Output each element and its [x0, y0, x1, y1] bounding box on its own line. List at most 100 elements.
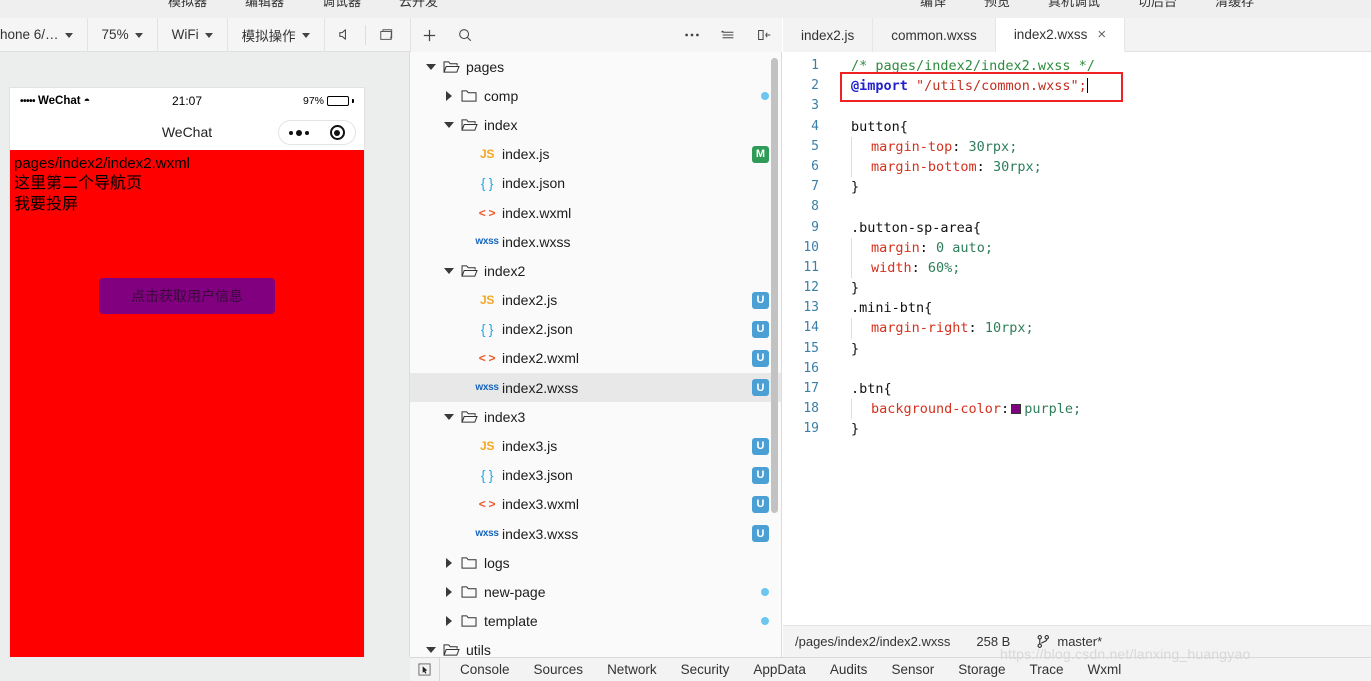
menu-item-2[interactable]: 调试器	[322, 0, 361, 10]
menu-item-0[interactable]: 编译	[920, 0, 946, 10]
tree-item-index2[interactable]: index2	[410, 256, 781, 285]
chevron-right-icon[interactable]	[442, 616, 456, 627]
devtools-tab-audits[interactable]: Audits	[818, 662, 880, 677]
tree-item-index3[interactable]: index3	[410, 402, 781, 431]
menu-item-3[interactable]: 云开发	[399, 0, 438, 10]
tree-item-index3-wxml[interactable]: < > index3.wxml U	[410, 490, 781, 519]
line-number: 14	[803, 320, 819, 336]
simulator-toolbar: hone 6/… 75% WiFi 模拟操作	[0, 17, 406, 52]
code-line: 6 margin-bottom: 30rpx;	[783, 156, 1371, 178]
device-selector[interactable]: hone 6/…	[0, 17, 88, 52]
network-selector[interactable]: WiFi	[158, 17, 228, 52]
line-number: 5	[811, 138, 819, 154]
simulate-action-selector[interactable]: 模拟操作	[228, 17, 325, 52]
tree-item-index-js[interactable]: JS index.js M	[410, 140, 781, 169]
chevron-down-icon[interactable]	[424, 647, 438, 654]
editor-tab-index2-wxss[interactable]: index2.wxss ×	[995, 18, 1126, 52]
menu-item-1[interactable]: 预览	[984, 0, 1010, 10]
devtools-tab-sensor[interactable]: Sensor	[879, 662, 946, 677]
chevron-down-icon[interactable]	[442, 267, 456, 274]
devtools-tab-trace[interactable]: Trace	[1018, 662, 1076, 677]
devtools-tab-network[interactable]: Network	[595, 662, 669, 677]
status-branch[interactable]: master*	[1036, 634, 1102, 649]
tree-item-index3-json[interactable]: { } index3.json U	[410, 461, 781, 490]
top-menu-strip: 模拟器 编辑器 调试器 云开发 编译 预览 真机调试 切后台 清缓存	[0, 0, 1371, 18]
editor-tab-common-wxss[interactable]: common.wxss	[873, 18, 996, 52]
code-line: 2 @import "/utils/common.wxss";	[783, 76, 1371, 96]
git-status-badge: U	[752, 466, 769, 484]
tree-item-new-page[interactable]: new-page	[410, 577, 781, 606]
status-file-path[interactable]: /pages/index2/index2.wxss	[795, 634, 950, 649]
code-text: margin: 0 auto;	[831, 237, 993, 258]
tree-item-logs[interactable]: logs	[410, 548, 781, 577]
devtools-tab-appdata[interactable]: AppData	[741, 662, 818, 677]
tree-item-index[interactable]: index	[410, 110, 781, 139]
tree-item-label: index2.js	[502, 292, 558, 309]
file-tree-pane[interactable]: pages comp index JS index.js M { } index.json < …	[410, 52, 782, 657]
chevron-right-icon[interactable]	[442, 90, 456, 101]
collapse-panel-button[interactable]	[746, 18, 782, 52]
code-line: 15}	[783, 339, 1371, 359]
code-text: /* pages/index2/index2.wxss */	[851, 58, 1095, 74]
modified-dot-icon	[761, 617, 769, 626]
git-status-badge: U	[752, 291, 769, 309]
sort-files-button[interactable]	[710, 18, 746, 52]
carrier-label: WeChat	[38, 95, 81, 107]
tree-item-index-wxss[interactable]: wxss index.wxss	[410, 227, 781, 256]
editor-tab-label: index2.wxss	[1013, 27, 1088, 42]
chevron-down-icon[interactable]	[442, 121, 456, 128]
devtools-tab-console[interactable]: Console	[448, 662, 522, 677]
devtools-tab-sources[interactable]: Sources	[522, 662, 596, 677]
close-icon[interactable]: ×	[1097, 27, 1106, 42]
chevron-right-icon[interactable]	[442, 586, 456, 597]
code-line: 5 margin-top: 30rpx;	[783, 136, 1371, 157]
tree-item-index-json[interactable]: { } index.json	[410, 169, 781, 198]
devtools-tab-wxml[interactable]: Wxml	[1076, 662, 1134, 677]
menu-item-1[interactable]: 编辑器	[245, 0, 284, 10]
modified-dot-icon	[761, 587, 769, 596]
menu-item-2[interactable]: 真机调试	[1048, 0, 1100, 10]
tree-item-index2-json[interactable]: { } index2.json U	[410, 315, 781, 344]
chevron-right-icon[interactable]	[442, 557, 456, 568]
tree-item-pages[interactable]: pages	[410, 52, 781, 81]
devtools-tab-storage[interactable]: Storage	[946, 662, 1017, 677]
tree-item-utils[interactable]: utils	[410, 636, 781, 657]
tree-item-index3-js[interactable]: JS index3.js U	[410, 431, 781, 460]
menu-item-4[interactable]: 清缓存	[1215, 0, 1254, 10]
devtools-tab-security[interactable]: Security	[669, 662, 742, 677]
chevron-down-icon[interactable]	[424, 63, 438, 70]
inspect-picker-button[interactable]	[410, 658, 440, 681]
simulate-action-label: 模拟操作	[241, 28, 296, 44]
tree-item-comp[interactable]: comp	[410, 81, 781, 110]
tree-item-index2-wxml[interactable]: < > index2.wxml U	[410, 344, 781, 373]
zoom-selector[interactable]: 75%	[88, 17, 158, 52]
code-text: @import "/utils/common.wxss";	[851, 78, 1088, 95]
line-number: 13	[803, 300, 819, 316]
tree-item-index2-js[interactable]: JS index2.js U	[410, 286, 781, 315]
add-file-button[interactable]	[411, 18, 447, 52]
chevron-down-icon[interactable]	[442, 413, 456, 420]
search-files-button[interactable]	[447, 18, 483, 52]
menu-item-3[interactable]: 切后台	[1138, 0, 1177, 10]
tree-item-template[interactable]: template	[410, 607, 781, 636]
capsule-button[interactable]	[278, 120, 356, 145]
more-options-button[interactable]	[674, 18, 710, 52]
window-mode-button[interactable]	[366, 18, 406, 52]
tree-item-index3-wxss[interactable]: wxss index3.wxss U	[410, 519, 781, 548]
tree-item-label: index.wxss	[502, 233, 571, 250]
zoom-selector-label: 75%	[101, 27, 129, 42]
line-number: 3	[811, 98, 819, 114]
chevron-down-icon	[204, 33, 213, 38]
code-text: margin-right: 10rpx;	[831, 318, 1034, 339]
branch-label: master*	[1057, 634, 1103, 649]
tree-item-index2-wxss[interactable]: wxss index2.wxss U	[410, 373, 781, 403]
file-tree-scrollbar[interactable]	[771, 58, 778, 513]
tree-item-index-wxml[interactable]: < > index.wxml	[410, 198, 781, 227]
js-icon: JS	[479, 147, 495, 162]
code-area[interactable]: 1 /* pages/index2/index2.wxss */ 2 @import …	[783, 52, 1371, 624]
editor-tab-index2-js[interactable]: index2.js	[783, 18, 874, 52]
menu-item-0[interactable]: 模拟器	[168, 0, 207, 10]
mute-button[interactable]	[325, 18, 365, 52]
get-user-info-button[interactable]: 点击获取用户信息	[99, 278, 275, 314]
